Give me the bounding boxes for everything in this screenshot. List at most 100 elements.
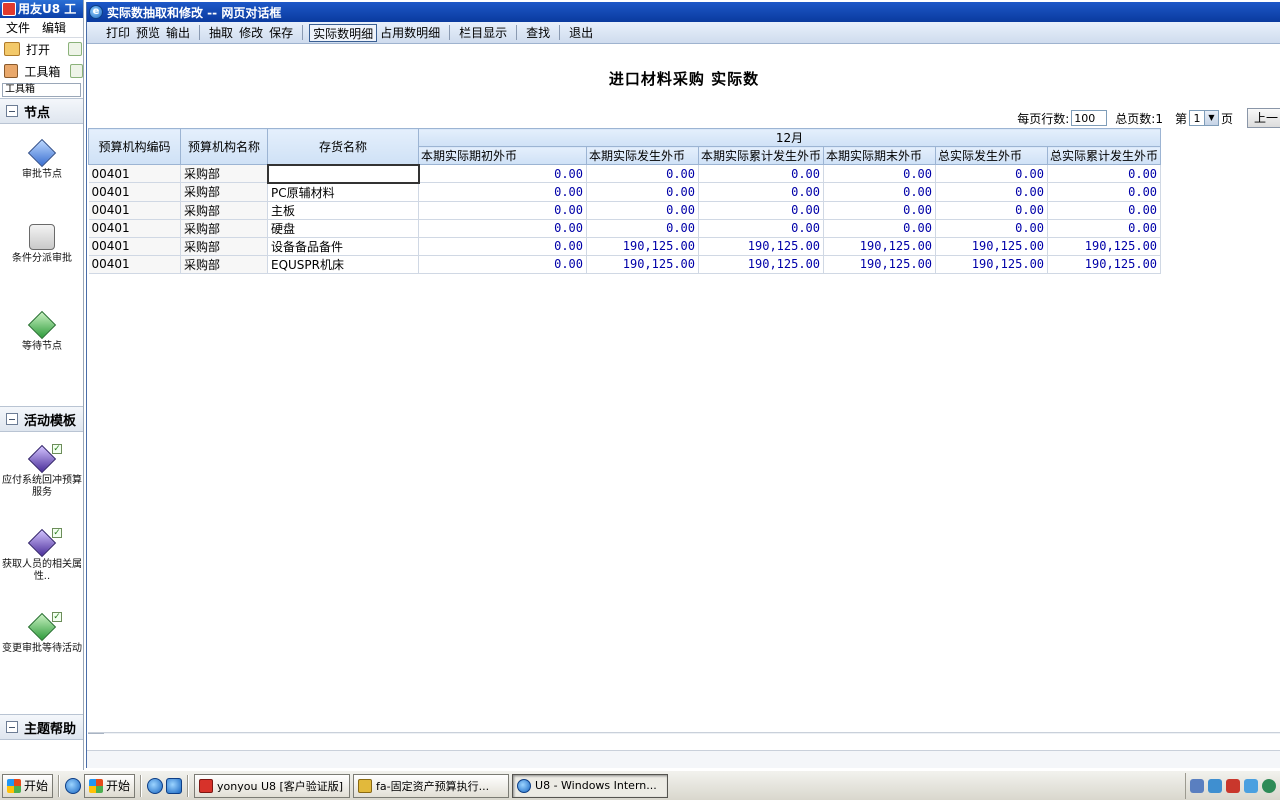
table-row[interactable]: 00401 采购部 0.00 0.00 0.00 0.00 0.00 0.00	[88, 163, 1162, 184]
template-get-person-attrs[interactable]: ✓ 获取人员的相关属性..	[0, 528, 83, 583]
cell-value[interactable]: 190,125.00	[935, 237, 1049, 256]
cell-value[interactable]: 0.00	[823, 219, 937, 238]
cell-value[interactable]: 0.00	[586, 219, 699, 238]
col-org-name[interactable]: 预算机构名称	[180, 128, 268, 165]
col-org-code[interactable]: 预算机构编码	[88, 128, 181, 165]
extract-button[interactable]: 抽取	[206, 24, 236, 42]
cell-inventory-name[interactable]	[266, 163, 420, 184]
ie-quicklaunch-icon[interactable]	[65, 777, 82, 794]
cell-value[interactable]: 0.00	[418, 255, 587, 274]
cell-org-name[interactable]: 采购部	[180, 237, 268, 256]
print-button[interactable]: 打印	[103, 24, 133, 42]
open-tool[interactable]: 打开	[0, 38, 83, 60]
cell-value[interactable]: 0.00	[586, 182, 699, 202]
cell-org-code[interactable]: 00401	[88, 201, 181, 220]
cell-value[interactable]: 0.00	[1047, 164, 1162, 183]
cell-value[interactable]: 0.00	[698, 219, 825, 238]
cell-value[interactable]: 0.00	[418, 237, 587, 256]
save-button[interactable]: 保存	[266, 24, 296, 42]
cell-value[interactable]: 190,125.00	[698, 237, 825, 256]
cell-value[interactable]: 0.00	[935, 219, 1049, 238]
cell-value[interactable]: 190,125.00	[823, 237, 937, 256]
cell-value[interactable]: 0.00	[823, 201, 937, 220]
cell-inventory-name[interactable]: EQUSPR机床	[267, 255, 419, 274]
output-button[interactable]: 输出	[163, 24, 193, 42]
cell-value[interactable]: 190,125.00	[1047, 237, 1162, 256]
node-wait[interactable]: 等待节点	[0, 310, 83, 353]
template-change-approval-wait[interactable]: ✓ 变更审批等待活动	[0, 612, 83, 655]
cell-value[interactable]: 0.00	[935, 182, 1049, 202]
ime-icon[interactable]	[1190, 778, 1204, 793]
rows-per-page-input[interactable]	[1071, 110, 1108, 126]
cell-value[interactable]: 190,125.00	[935, 255, 1049, 274]
actual-detail-button[interactable]: 实际数明细	[309, 23, 378, 42]
explorer-quicklaunch-icon[interactable]	[166, 777, 183, 794]
globe-icon[interactable]	[1262, 778, 1276, 793]
panel-icon[interactable]	[70, 64, 83, 78]
ie-quicklaunch-icon[interactable]	[147, 777, 164, 794]
table-row[interactable]: 00401 采购部 硬盘 0.00 0.00 0.00 0.00 0.00 0.…	[88, 219, 1162, 238]
checkbox-checked-icon[interactable]: ✓	[52, 612, 62, 622]
menu-file[interactable]: 文件	[6, 19, 30, 36]
start-button[interactable]: 开始	[2, 773, 54, 798]
table-row[interactable]: 00401 采购部 主板 0.00 0.00 0.00 0.00 0.00 0.…	[88, 201, 1162, 220]
column-display-button[interactable]: 栏目显示	[456, 24, 510, 42]
exit-button[interactable]: 退出	[566, 24, 596, 42]
cell-value[interactable]: 190,125.00	[698, 255, 825, 274]
cell-value[interactable]: 0.00	[418, 164, 587, 183]
modify-button[interactable]: 修改	[236, 24, 266, 42]
section-help-header[interactable]: 主题帮助	[0, 714, 83, 740]
checkbox-checked-icon[interactable]: ✓	[52, 444, 62, 454]
cell-org-code[interactable]: 00401	[88, 219, 181, 238]
cell-value[interactable]: 0.00	[1047, 182, 1162, 202]
cell-inventory-name[interactable]: 主板	[267, 201, 419, 220]
cell-org-name[interactable]: 采购部	[180, 164, 268, 183]
col-period-cumulative-fc[interactable]: 本期实际累计发生外币	[697, 146, 825, 165]
cell-org-code[interactable]: 00401	[88, 164, 181, 183]
cell-org-code[interactable]: 00401	[88, 182, 181, 202]
page-select[interactable]: 1 ▼	[1188, 110, 1219, 126]
template-ap-reverse[interactable]: ✓ 应付系统回冲预算服务	[0, 444, 83, 499]
cell-value[interactable]: 0.00	[1047, 219, 1162, 238]
cell-value[interactable]: 190,125.00	[586, 237, 699, 256]
cell-org-name[interactable]: 采购部	[180, 255, 268, 274]
cell-value[interactable]: 0.00	[586, 201, 699, 220]
cell-value[interactable]: 190,125.00	[586, 255, 699, 274]
cell-value[interactable]: 0.00	[418, 201, 587, 220]
toolbox-tool[interactable]: 工具箱	[0, 60, 83, 82]
cell-inventory-name[interactable]: 硬盘	[267, 219, 419, 238]
col-inventory-name[interactable]: 存货名称	[267, 128, 419, 165]
dropdown-arrow-icon[interactable]: ▼	[1203, 111, 1218, 125]
cell-inventory-name[interactable]: PC原辅材料	[267, 182, 419, 202]
col-period-opening-fc[interactable]: 本期实际期初外币	[418, 146, 587, 165]
col-total-cumulative-fc[interactable]: 总实际累计发生外币	[1047, 146, 1162, 165]
preview-button[interactable]: 预览	[133, 24, 163, 42]
table-row[interactable]: 00401 采购部 PC原辅材料 0.00 0.00 0.00 0.00 0.0…	[88, 182, 1162, 202]
task-fa-budget[interactable]: fa-固定资产预算执行...	[353, 773, 510, 798]
new-document-icon[interactable]	[68, 42, 83, 56]
node-conditional-approval[interactable]: 条件分派审批	[0, 224, 83, 265]
task-yonyou-u8[interactable]: yonyou U8 [客户验证版]	[194, 773, 351, 798]
cell-value[interactable]: 0.00	[698, 201, 825, 220]
security-alert-icon[interactable]	[1226, 778, 1240, 793]
cell-value[interactable]: 190,125.00	[1047, 255, 1162, 274]
start-button-secondary[interactable]: 开始	[84, 773, 136, 798]
task-u8-ie[interactable]: U8 - Windows Intern...	[512, 773, 669, 798]
find-button[interactable]: 查找	[523, 24, 553, 42]
cell-org-code[interactable]: 00401	[88, 237, 181, 256]
col-period-closing-fc[interactable]: 本期实际期末外币	[823, 146, 937, 165]
prev-page-button[interactable]: 上一	[1247, 108, 1280, 128]
horizontal-scrollbar[interactable]: ◀	[88, 732, 1280, 734]
cell-value[interactable]: 0.00	[418, 182, 587, 202]
table-row[interactable]: 00401 采购部 EQUSPR机床 0.00 190,125.00 190,1…	[88, 255, 1162, 274]
dialog-titlebar[interactable]: e 实际数抽取和修改 -- 网页对话框	[87, 2, 1280, 22]
col-period-incurred-fc[interactable]: 本期实际发生外币	[586, 146, 699, 165]
section-nodes-header[interactable]: 节点	[0, 98, 83, 124]
menu-edit[interactable]: 编辑	[42, 19, 66, 36]
table-row[interactable]: 00401 采购部 设备备品备件 0.00 190,125.00 190,125…	[88, 237, 1162, 256]
scroll-left-arrow-icon[interactable]: ◀	[88, 733, 104, 734]
cell-inventory-name[interactable]: 设备备品备件	[267, 237, 419, 256]
col-total-incurred-fc[interactable]: 总实际发生外币	[935, 146, 1049, 165]
cell-value[interactable]: 0.00	[935, 201, 1049, 220]
cell-value[interactable]: 0.00	[418, 219, 587, 238]
